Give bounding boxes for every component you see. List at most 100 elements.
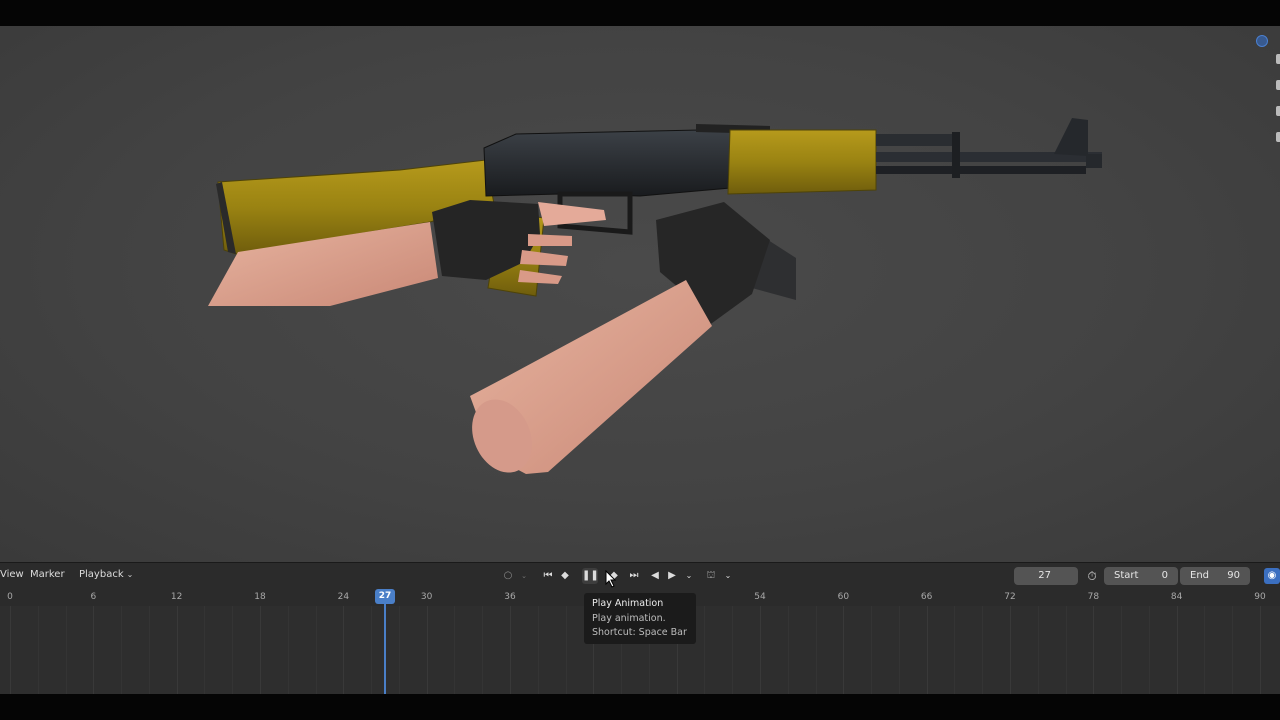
side-tab[interactable] xyxy=(1276,132,1280,142)
mouse-cursor-icon xyxy=(605,570,617,588)
view-menu[interactable]: View xyxy=(0,569,24,580)
tooltip-shortcut: Shortcut: Space Bar xyxy=(592,627,687,638)
end-value: 90 xyxy=(1227,570,1240,581)
grid-line xyxy=(1093,606,1095,694)
ruler-tick-label: 0 xyxy=(7,592,13,602)
tooltip-title: Play Animation xyxy=(592,598,664,609)
record-icon[interactable]: ○ xyxy=(500,568,516,584)
ruler-tick-label: 24 xyxy=(337,592,350,602)
grid-line xyxy=(315,606,317,694)
ruler-tick-label: 6 xyxy=(90,592,97,602)
grid-line xyxy=(565,606,567,694)
grid-line xyxy=(871,606,873,694)
jump-to-start-icon[interactable]: ⏮ xyxy=(540,568,556,584)
playback-menu[interactable]: Playback ⌄ xyxy=(79,569,133,580)
viewport-gizmo-icon[interactable] xyxy=(1256,35,1268,47)
grid-line xyxy=(176,606,178,694)
grid-line xyxy=(787,606,789,694)
ruler-tick-label: 60 xyxy=(837,592,850,602)
grid-line xyxy=(204,606,206,694)
grid-line xyxy=(426,606,428,694)
pause-icon[interactable]: ❚❚ xyxy=(582,568,599,584)
stopwatch-icon[interactable]: ⏱ xyxy=(1084,568,1100,584)
grid-line xyxy=(1204,606,1206,694)
grid-line xyxy=(843,606,845,694)
grid-line xyxy=(454,606,456,694)
grid-line xyxy=(760,606,761,694)
play-animation-tooltip: Play Animation Play animation. Shortcut:… xyxy=(584,593,696,644)
ruler-tick-label: 66 xyxy=(920,592,933,602)
next-frame-icon[interactable]: ▶ xyxy=(664,568,680,584)
grid-line xyxy=(1260,606,1261,694)
grid-line xyxy=(10,606,11,694)
end-frame-field[interactable]: End 90 xyxy=(1180,567,1250,585)
3d-viewport[interactable] xyxy=(0,26,1280,562)
ruler-tick-label: 78 xyxy=(1087,592,1100,602)
current-frame-field[interactable]: 27 xyxy=(1014,567,1078,585)
playback-menu-label: Playback xyxy=(79,569,124,580)
grid-line xyxy=(954,606,956,694)
grid-line xyxy=(343,606,345,694)
grid-line xyxy=(148,606,150,694)
ruler-tick-label: 84 xyxy=(1170,592,1183,602)
grid-line xyxy=(1176,606,1178,694)
marker-menu[interactable]: Marker xyxy=(30,569,65,580)
chevron-down-icon[interactable]: ⌄ xyxy=(681,568,697,584)
grid-line xyxy=(732,606,734,694)
ruler-tick-label: 30 xyxy=(420,592,433,602)
grid-line xyxy=(37,606,39,694)
grid-line xyxy=(1010,606,1011,694)
playhead-line[interactable] xyxy=(384,602,386,694)
grid-line xyxy=(93,606,95,694)
keying-set-icon[interactable]: ⛫ xyxy=(703,568,719,584)
record-options-chevron-icon[interactable]: ⌄ xyxy=(516,568,532,584)
grid-line xyxy=(65,606,67,694)
grid-line xyxy=(260,606,261,694)
start-label: Start xyxy=(1114,570,1139,581)
chevron-down-icon[interactable]: ⌄ xyxy=(720,568,736,584)
grid-line xyxy=(898,606,900,694)
end-label: End xyxy=(1190,570,1210,581)
grid-line xyxy=(704,606,706,694)
current-frame-value: 27 xyxy=(1038,570,1051,581)
grid-line xyxy=(537,606,539,694)
grid-line xyxy=(232,606,234,694)
ruler-tick-label: 36 xyxy=(504,592,516,602)
grid-line xyxy=(1037,606,1039,694)
bottom-letterbox xyxy=(0,694,1280,720)
grid-line xyxy=(982,606,984,694)
playhead-frame-indicator[interactable]: 27 xyxy=(375,589,395,604)
chevron-down-icon: ⌄ xyxy=(126,570,134,579)
start-frame-field[interactable]: Start 0 xyxy=(1104,567,1178,585)
prev-frame-icon[interactable]: ◀ xyxy=(647,568,663,584)
grid-line xyxy=(815,606,817,694)
ruler-tick-label: 90 xyxy=(1254,592,1266,602)
ruler-tick-label: 18 xyxy=(254,592,266,602)
grid-line xyxy=(287,606,289,694)
prev-keyframe-icon[interactable]: ◆ xyxy=(557,568,573,584)
grid-line xyxy=(482,606,484,694)
start-value: 0 xyxy=(1161,570,1168,581)
jump-to-end-icon[interactable]: ⏭ xyxy=(626,568,642,584)
ruler-tick-label: 54 xyxy=(754,592,766,602)
grid-line xyxy=(1232,606,1234,694)
side-tab[interactable] xyxy=(1276,54,1280,64)
grid-line xyxy=(1121,606,1123,694)
side-tab[interactable] xyxy=(1276,106,1280,116)
grid-line xyxy=(371,606,373,694)
rifle-model xyxy=(208,118,1102,474)
viewport-side-tabs[interactable] xyxy=(1276,54,1280,158)
grid-line xyxy=(398,606,400,694)
ruler-tick-label: 72 xyxy=(1004,592,1016,602)
side-tab[interactable] xyxy=(1276,80,1280,90)
top-letterbox xyxy=(0,0,1280,26)
grid-line xyxy=(926,606,928,694)
tooltip-description: Play animation. xyxy=(592,612,666,624)
grid-line xyxy=(121,606,123,694)
ruler-tick-label: 12 xyxy=(170,592,183,602)
timeline-header: View Marker Playback ⌄ ○ ⌄ ⏮ ◆ ❚❚ ◆ ⏭ ◀ ▶… xyxy=(0,562,1280,588)
grid-line xyxy=(510,606,511,694)
grid-line xyxy=(1065,606,1067,694)
grid-line xyxy=(1148,606,1150,694)
sync-icon[interactable]: ◉ xyxy=(1264,568,1280,584)
